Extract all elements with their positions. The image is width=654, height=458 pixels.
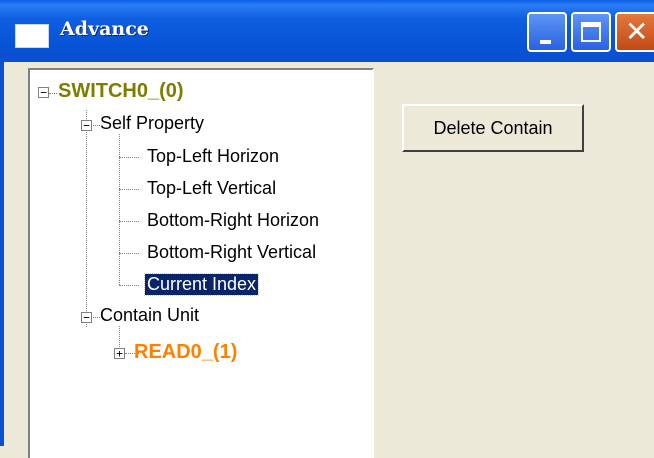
close-icon: ✕: [625, 15, 649, 48]
window-title: Advance: [60, 18, 149, 40]
minimize-icon: [540, 40, 551, 44]
tree-line: [86, 110, 87, 327]
tree-node-contain-unit[interactable]: Contain Unit: [100, 305, 199, 326]
expand-toggle-read-unit[interactable]: +: [114, 348, 125, 359]
minimize-button[interactable]: [527, 12, 567, 52]
collapse-toggle-root[interactable]: −: [38, 87, 49, 98]
window-icon: [15, 24, 49, 48]
tree-node-self-property[interactable]: Self Property: [100, 113, 204, 134]
close-button[interactable]: ✕: [615, 12, 654, 52]
title-bar[interactable]: Advance ✕: [0, 0, 654, 62]
tree-line: [119, 253, 139, 254]
tree-view[interactable]: − SWITCH0_(0) − Self Property Top-Left H…: [28, 68, 374, 458]
tree-node-top-left-horizon[interactable]: Top-Left Horizon: [147, 146, 279, 167]
collapse-toggle-self-property[interactable]: −: [81, 120, 92, 131]
tree-line: [49, 93, 57, 94]
tree-node-read-unit[interactable]: READ0_(1): [134, 341, 237, 364]
tree-line: [119, 189, 139, 190]
collapse-toggle-contain-unit[interactable]: −: [81, 312, 92, 323]
tree-node-bottom-right-horizon[interactable]: Bottom-Right Horizon: [147, 210, 319, 231]
tree-line: [119, 221, 139, 222]
tree-node-bottom-right-vertical[interactable]: Bottom-Right Vertical: [147, 242, 316, 263]
tree-node-root[interactable]: SWITCH0_(0): [58, 80, 184, 103]
tree-line: [119, 157, 139, 158]
maximize-icon: [581, 22, 601, 42]
window-frame-left: [0, 62, 4, 446]
tree-line: [119, 285, 139, 286]
maximize-button[interactable]: [571, 12, 611, 52]
tree-node-top-left-vertical[interactable]: Top-Left Vertical: [147, 178, 276, 199]
delete-contain-button[interactable]: Delete Contain: [402, 104, 584, 152]
tree-node-current-index[interactable]: Current Index: [143, 273, 260, 296]
